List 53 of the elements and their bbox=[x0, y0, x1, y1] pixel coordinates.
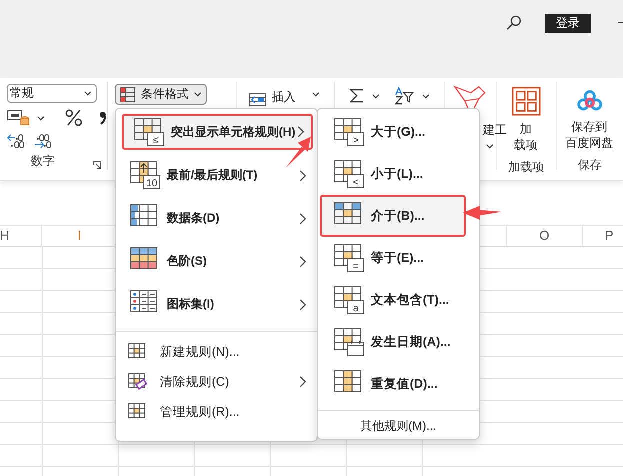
menu-item[interactable]: ≤ 突出显示单元格规则(H) bbox=[122, 114, 313, 150]
rule-icon bbox=[334, 328, 365, 356]
caret-icon[interactable] bbox=[486, 144, 494, 149]
addins-button[interactable]: 加载项 bbox=[512, 87, 541, 153]
menu-item[interactable]: 清除规则(C) bbox=[120, 367, 313, 397]
menu-item[interactable]: 数据条(D) bbox=[120, 197, 313, 240]
more-rules-item[interactable]: 其他规则(M)... bbox=[338, 416, 459, 436]
caret-icon[interactable] bbox=[372, 94, 380, 99]
addins-grid-icon bbox=[512, 87, 541, 116]
caret-icon[interactable] bbox=[422, 94, 430, 99]
accounting-format-icon[interactable] bbox=[7, 109, 31, 127]
increase-decimal-icon[interactable] bbox=[7, 133, 27, 149]
menu-item[interactable]: 管理规则(R)... bbox=[120, 397, 313, 427]
menu-item[interactable]: 介于(B)... bbox=[320, 195, 466, 237]
save-to-cloud-button[interactable]: 保存到百度网盘 bbox=[566, 90, 614, 151]
comma-style-icon[interactable] bbox=[99, 111, 107, 125]
conditional-format-button[interactable]: 条件格式 bbox=[115, 84, 207, 105]
group-label: 数字 bbox=[31, 153, 55, 170]
annotation-arrow bbox=[463, 206, 502, 220]
insert-cells-icon bbox=[249, 92, 267, 108]
menu-item[interactable]: 新建规则(N)... bbox=[120, 337, 313, 367]
tools-label[interactable]: 建工 bbox=[483, 122, 507, 139]
caret-icon[interactable] bbox=[312, 92, 320, 97]
menu-item[interactable]: 10 最前/最后规则(T) bbox=[120, 154, 313, 197]
sort-filter-icon[interactable] bbox=[394, 87, 414, 105]
column-header[interactable]: O bbox=[507, 226, 583, 246]
menu-item[interactable]: < 小于(L)... bbox=[320, 153, 477, 195]
column-header[interactable]: P bbox=[583, 226, 623, 246]
minimize-icon[interactable] bbox=[618, 22, 623, 24]
search-icon[interactable] bbox=[506, 15, 522, 31]
decrease-decimal-icon[interactable] bbox=[33, 133, 53, 149]
menu-item[interactable]: 图标集(I) bbox=[120, 283, 313, 326]
insert-button[interactable]: 插入 bbox=[249, 86, 296, 108]
annotation-arrow bbox=[286, 137, 311, 168]
menu-item[interactable]: 发生日期(A)... bbox=[320, 321, 477, 363]
menu-item[interactable]: a 文本包含(T)... bbox=[320, 279, 477, 321]
cloud-logo-icon bbox=[577, 90, 603, 112]
menu-item[interactable]: > 大于(G)... bbox=[320, 111, 477, 153]
caret-icon bbox=[194, 92, 202, 97]
group-label: 加载项 bbox=[508, 159, 544, 176]
column-header[interactable]: H bbox=[0, 226, 42, 246]
percent-icon[interactable] bbox=[65, 109, 83, 127]
sum-icon[interactable] bbox=[350, 88, 364, 104]
number-format-select[interactable]: 常规 bbox=[7, 84, 97, 103]
caret-icon[interactable] bbox=[37, 116, 45, 120]
group-label: 保存 bbox=[578, 157, 602, 174]
login-button[interactable]: 登录 bbox=[545, 14, 591, 33]
dialog-launcher-icon[interactable] bbox=[93, 161, 102, 170]
menu-item[interactable]: 色阶(S) bbox=[120, 240, 313, 283]
menu-item[interactable]: = 等于(E)... bbox=[320, 237, 477, 279]
menu-item[interactable]: 重复值(D)... bbox=[320, 363, 477, 405]
caret-icon bbox=[84, 91, 92, 96]
table-icon bbox=[120, 86, 136, 102]
